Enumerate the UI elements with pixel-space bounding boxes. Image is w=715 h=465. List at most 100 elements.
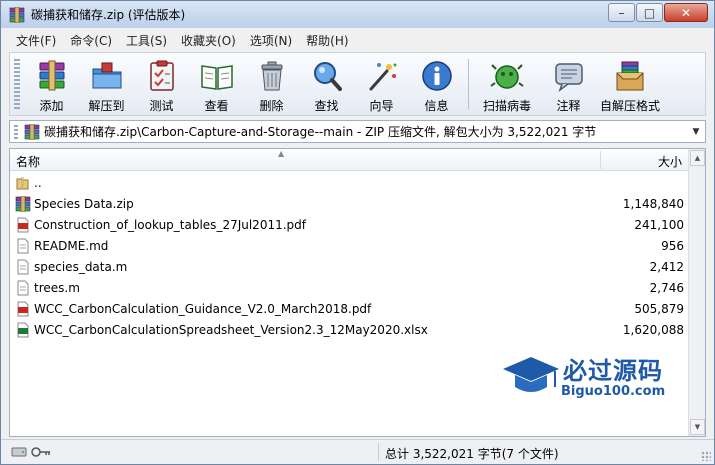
test-clipboard-icon (143, 57, 181, 95)
address-dropdown-icon[interactable]: ▼ (689, 124, 703, 139)
file-name: README.md (34, 239, 109, 253)
file-row[interactable]: Species Data.zip 1,148,840 (10, 194, 688, 215)
file-name: WCC_CarbonCalculationSpreadsheet_Version… (34, 323, 428, 337)
file-size: 505,879 (634, 302, 684, 316)
file-row-parent[interactable]: .. (10, 173, 688, 194)
virus-scan-button[interactable]: 扫描病毒 (473, 53, 541, 115)
file-name: trees.m (34, 281, 80, 295)
file-name: species_data.m (34, 260, 128, 274)
info-button-label: 信息 (424, 99, 449, 113)
text-file-icon (15, 280, 31, 296)
status-bar: 总计 3,522,021 字节(7 个文件) (1, 439, 714, 464)
text-file-icon (15, 238, 31, 254)
sfx-button[interactable]: 自解压格式 (596, 53, 664, 115)
trash-icon (253, 57, 291, 95)
sfx-archive-icon (611, 57, 649, 95)
column-size-header[interactable]: 大小 (658, 153, 682, 170)
find-button[interactable]: 查找 (299, 53, 354, 115)
pdf-file-icon (15, 301, 31, 317)
parent-folder-icon (15, 175, 31, 191)
winrar-window: 碳捕获和储存.zip (评估版本) – □ ✕ 文件(F) 命令(C) 工具(S… (0, 0, 715, 465)
comment-button-label: 注释 (556, 99, 581, 113)
menu-file[interactable]: 文件(F) (9, 32, 63, 49)
menu-tools[interactable]: 工具(S) (119, 32, 174, 49)
menu-commands[interactable]: 命令(C) (63, 32, 119, 49)
xlsx-file-icon (15, 322, 31, 338)
address-path: 碳捕获和储存.zip\Carbon-Capture-and-Storage--m… (44, 125, 597, 139)
find-button-label: 查找 (314, 99, 339, 113)
wizard-wand-icon (363, 57, 401, 95)
status-icons (11, 445, 51, 459)
archive-icon (24, 123, 40, 140)
text-file-icon (15, 259, 31, 275)
sfx-button-label: 自解压格式 (599, 99, 660, 113)
file-name: Species Data.zip (34, 197, 134, 211)
menu-help[interactable]: 帮助(H) (299, 32, 355, 49)
file-size: 2,412 (649, 260, 684, 274)
title-bar[interactable]: 碳捕获和储存.zip (评估版本) – □ ✕ (1, 1, 714, 28)
menu-options[interactable]: 选项(N) (243, 32, 299, 49)
status-summary: 总计 3,522,021 字节(7 个文件) (385, 447, 559, 461)
key-icon[interactable] (31, 445, 51, 459)
menu-favorites[interactable]: 收藏夹(O) (174, 32, 243, 49)
info-icon (418, 57, 456, 95)
zip-file-icon (15, 195, 31, 213)
scroll-down-icon[interactable]: ▼ (690, 419, 705, 435)
status-divider (378, 443, 379, 461)
column-divider[interactable] (600, 151, 601, 169)
watermark-url: Biguo100.com (561, 384, 666, 399)
file-row[interactable]: WCC_CarbonCalculation_Guidance_V2.0_Marc… (10, 299, 688, 320)
extract-to-button[interactable]: 解压到 (79, 53, 134, 115)
file-size: 1,620,088 (622, 323, 684, 337)
add-archive-icon (33, 57, 71, 95)
address-grip (14, 124, 18, 139)
magnifier-icon (308, 57, 346, 95)
column-name-header[interactable]: 名称 (16, 153, 40, 170)
file-size: 956 (661, 239, 684, 253)
comment-icon (550, 57, 588, 95)
toolbar: 添加 解压到 测试 查看 删除 查找 向导 信息 扫描病毒 注释 自解压格式 (9, 52, 706, 116)
file-row[interactable]: Construction_of_lookup_tables_27Jul2011.… (10, 215, 688, 236)
maximize-button[interactable]: □ (636, 3, 663, 22)
file-row[interactable]: WCC_CarbonCalculationSpreadsheet_Version… (10, 320, 688, 341)
file-size: 1,148,840 (622, 197, 684, 211)
resize-grip[interactable] (701, 451, 711, 461)
virus-scan-button-label: 扫描病毒 (482, 99, 531, 113)
delete-button[interactable]: 删除 (244, 53, 299, 115)
test-button[interactable]: 测试 (134, 53, 189, 115)
list-header: ▲ 名称 大小 (10, 149, 688, 171)
test-button-label: 测试 (149, 99, 174, 113)
wizard-button[interactable]: 向导 (354, 53, 409, 115)
view-button[interactable]: 查看 (189, 53, 244, 115)
watermark-logo: 必过源码 Biguo100.com (501, 351, 691, 411)
menu-bar: 文件(F) 命令(C) 工具(S) 收藏夹(O) 选项(N) 帮助(H) (9, 30, 356, 50)
file-name: .. (34, 176, 42, 190)
minimize-button[interactable]: – (608, 3, 635, 22)
graduation-cap-icon (503, 357, 559, 392)
add-button-label: 添加 (39, 99, 64, 113)
file-size: 2,746 (649, 281, 684, 295)
wizard-button-label: 向导 (369, 99, 394, 113)
scroll-up-icon[interactable]: ▲ (690, 150, 705, 166)
toolbar-separator (468, 59, 469, 109)
watermark-brand: 必过源码 (563, 357, 663, 385)
sort-ascending-icon: ▲ (278, 149, 285, 158)
file-row[interactable]: README.md 956 (10, 236, 688, 257)
delete-button-label: 删除 (259, 99, 284, 113)
toolbar-grip[interactable] (14, 59, 20, 109)
comment-button[interactable]: 注释 (541, 53, 596, 115)
info-button[interactable]: 信息 (409, 53, 464, 115)
file-row[interactable]: species_data.m 2,412 (10, 257, 688, 278)
extract-to-button-label: 解压到 (88, 99, 125, 113)
view-book-icon (198, 57, 236, 95)
winrar-app-icon (9, 6, 25, 23)
add-button[interactable]: 添加 (24, 53, 79, 115)
address-bar[interactable]: 碳捕获和储存.zip\Carbon-Capture-and-Storage--m… (9, 120, 706, 143)
drive-icon[interactable] (11, 445, 27, 459)
window-controls: – □ ✕ (607, 3, 708, 22)
file-name: WCC_CarbonCalculation_Guidance_V2.0_Marc… (34, 302, 372, 316)
close-button[interactable]: ✕ (664, 3, 708, 22)
file-row[interactable]: trees.m 2,746 (10, 278, 688, 299)
file-name: Construction_of_lookup_tables_27Jul2011.… (34, 218, 306, 232)
virus-scan-icon (488, 57, 526, 95)
